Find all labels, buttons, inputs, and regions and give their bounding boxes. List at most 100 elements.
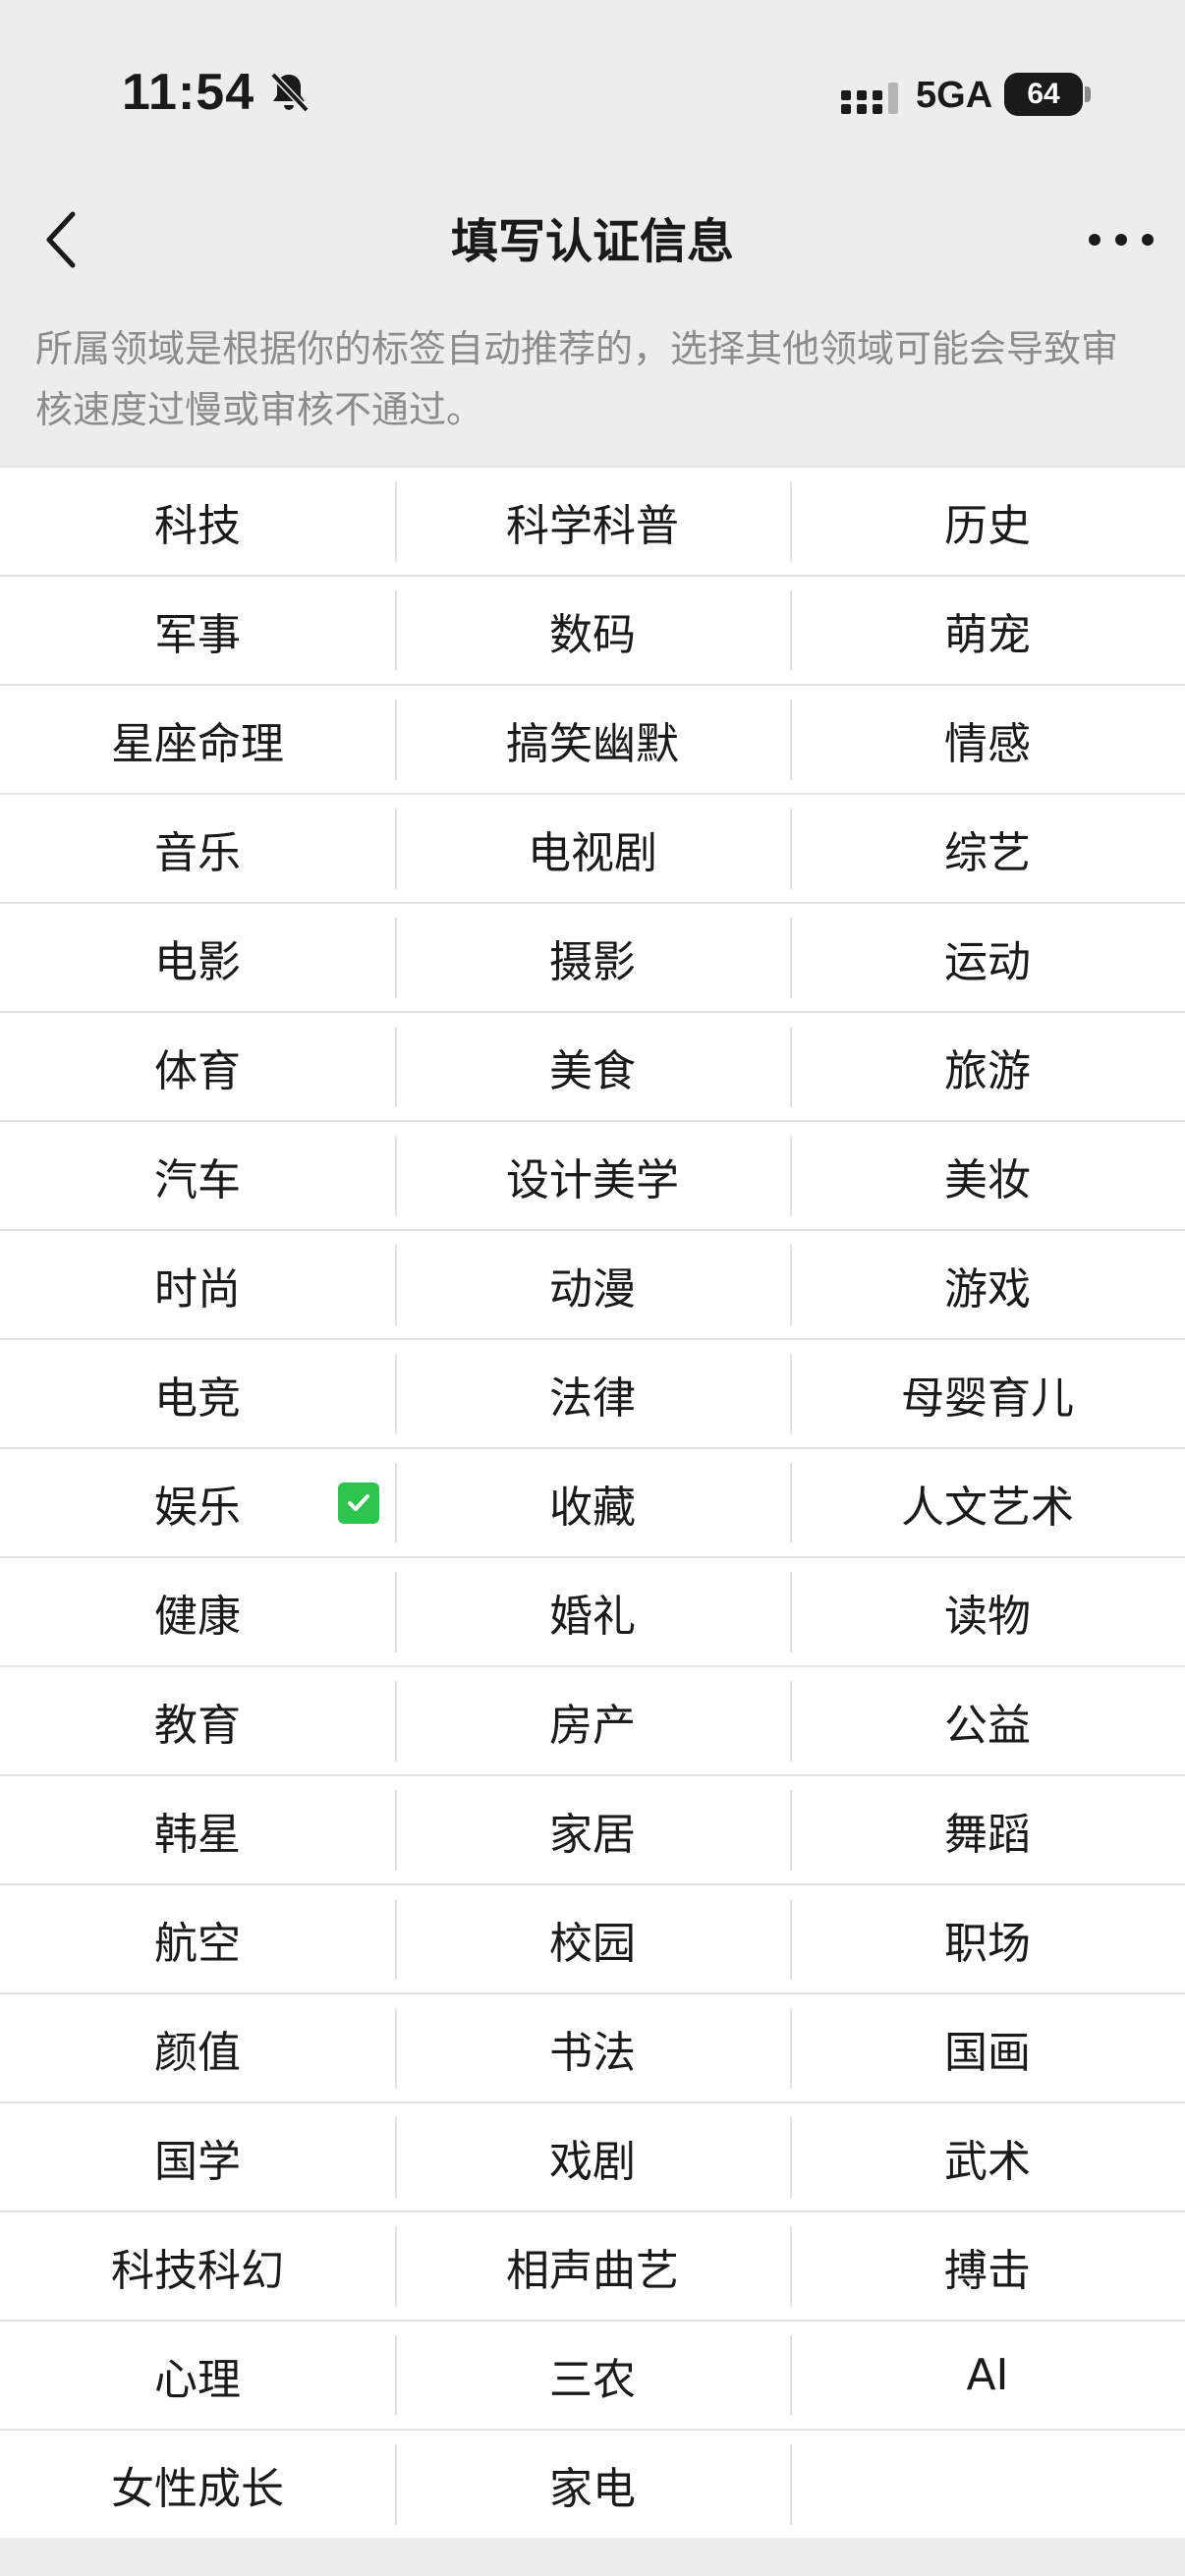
category-option[interactable]: 婚礼 (395, 1558, 790, 1665)
category-label: 书法 (549, 2027, 636, 2078)
category-option[interactable]: 动漫 (395, 1231, 790, 1338)
category-row: 科技 科学科普 历史 (0, 466, 1185, 575)
category-option[interactable]: 搞笑幽默 (395, 686, 790, 793)
category-option[interactable]: 韩星 (0, 1776, 395, 1883)
category-label: 历史 (944, 500, 1031, 551)
category-label: 电竞 (154, 1372, 241, 1424)
category-option[interactable]: 数码 (395, 577, 790, 684)
battery-icon: 64 (1004, 73, 1083, 116)
category-label: 运动 (944, 936, 1031, 987)
category-label: 科技 (154, 500, 241, 551)
navigation-bar: 填写认证信息 (0, 187, 1185, 297)
category-option[interactable]: 职场 (790, 1885, 1185, 1992)
category-label: 教育 (154, 1700, 241, 1751)
category-option[interactable]: 公益 (790, 1667, 1185, 1774)
category-option[interactable]: 历史 (790, 468, 1185, 575)
category-option[interactable]: 三农 (395, 2322, 790, 2429)
category-option[interactable]: 颜值 (0, 1994, 395, 2101)
category-label: 女性成长 (111, 2463, 284, 2514)
empty-cell (790, 2431, 1185, 2538)
category-option[interactable]: 搏击 (790, 2212, 1185, 2320)
category-option[interactable]: 书法 (395, 1994, 790, 2101)
category-option[interactable]: 时尚 (0, 1231, 395, 1338)
category-option[interactable]: 健康 (0, 1558, 395, 1665)
domain-notice: 所属领域是根据你的标签自动推荐的，选择其他领域可能会导致审核速度过慢或审核不通过… (0, 297, 1185, 466)
category-option[interactable]: 电竞 (0, 1340, 395, 1447)
category-option[interactable]: 科技科幻 (0, 2212, 395, 2320)
category-option[interactable]: 萌宠 (790, 577, 1185, 684)
category-option[interactable]: AI (790, 2322, 1185, 2429)
bell-muted-icon (265, 69, 312, 116)
category-label: 设计美学 (506, 1154, 679, 1205)
category-label: 戏剧 (549, 2136, 636, 2187)
category-label: 法律 (549, 1372, 636, 1424)
category-label: 相声曲艺 (506, 2245, 679, 2296)
category-option[interactable]: 国画 (790, 1994, 1185, 2101)
category-option[interactable]: 摄影 (395, 904, 790, 1011)
category-option[interactable]: 音乐 (0, 795, 395, 902)
category-label: 军事 (154, 609, 241, 660)
category-option[interactable]: 武术 (790, 2103, 1185, 2211)
category-label: 娱乐 (154, 1482, 241, 1533)
category-option[interactable]: 科技 (0, 468, 395, 575)
category-label: 电影 (154, 936, 241, 987)
category-row: 娱乐 收藏 人文艺术 (0, 1447, 1185, 1556)
category-option[interactable]: 心理 (0, 2322, 395, 2429)
category-option[interactable]: 女性成长 (0, 2431, 395, 2538)
category-option[interactable]: 旅游 (790, 1013, 1185, 1120)
category-option[interactable]: 情感 (790, 686, 1185, 793)
category-option[interactable]: 母婴育儿 (790, 1340, 1185, 1447)
category-option[interactable]: 校园 (395, 1885, 790, 1992)
category-label: 音乐 (154, 827, 241, 878)
category-option-selected[interactable]: 娱乐 (0, 1449, 395, 1556)
category-option[interactable]: 家电 (395, 2431, 790, 2538)
category-option[interactable]: 相声曲艺 (395, 2212, 790, 2320)
category-option[interactable]: 法律 (395, 1340, 790, 1447)
back-button[interactable] (22, 202, 100, 281)
category-row: 时尚 动漫 游戏 (0, 1229, 1185, 1338)
category-label: 读物 (944, 1591, 1031, 1642)
category-option[interactable]: 家居 (395, 1776, 790, 1883)
chevron-left-icon (41, 210, 81, 273)
category-option[interactable]: 电视剧 (395, 795, 790, 902)
category-option[interactable]: 游戏 (790, 1231, 1185, 1338)
category-label: 三农 (549, 2354, 636, 2405)
category-option[interactable]: 教育 (0, 1667, 395, 1774)
category-option[interactable]: 体育 (0, 1013, 395, 1120)
category-option[interactable]: 戏剧 (395, 2103, 790, 2211)
category-label: 汽车 (154, 1154, 241, 1205)
category-option[interactable]: 汽车 (0, 1122, 395, 1229)
category-row: 航空 校园 职场 (0, 1883, 1185, 1992)
category-option[interactable]: 运动 (790, 904, 1185, 1011)
category-label: 家电 (549, 2463, 636, 2514)
category-option[interactable]: 人文艺术 (790, 1449, 1185, 1556)
category-option[interactable]: 美妆 (790, 1122, 1185, 1229)
category-option[interactable]: 房产 (395, 1667, 790, 1774)
category-label: 时尚 (154, 1263, 241, 1315)
category-option[interactable]: 美食 (395, 1013, 790, 1120)
checkbox-checked-icon (338, 1483, 379, 1524)
category-option[interactable]: 科学科普 (395, 468, 790, 575)
category-label: 情感 (944, 718, 1031, 769)
category-label: 萌宠 (944, 609, 1031, 660)
category-option[interactable]: 设计美学 (395, 1122, 790, 1229)
category-option[interactable]: 电影 (0, 904, 395, 1011)
status-time: 11:54 (122, 64, 255, 121)
category-row: 国学 戏剧 武术 (0, 2101, 1185, 2211)
category-option[interactable]: 综艺 (790, 795, 1185, 902)
category-option[interactable]: 收藏 (395, 1449, 790, 1556)
more-button[interactable] (1077, 202, 1165, 281)
category-label: 收藏 (549, 1482, 636, 1533)
category-row: 汽车 设计美学 美妆 (0, 1120, 1185, 1229)
category-label: 游戏 (944, 1263, 1031, 1315)
category-label: 航空 (154, 1918, 241, 1969)
category-option[interactable]: 国学 (0, 2103, 395, 2211)
category-option[interactable]: 读物 (790, 1558, 1185, 1665)
category-option[interactable]: 舞蹈 (790, 1776, 1185, 1883)
status-bar: 11:54 5GA 64 (0, 0, 1185, 187)
category-option[interactable]: 星座命理 (0, 686, 395, 793)
category-option[interactable]: 军事 (0, 577, 395, 684)
category-label: 星座命理 (111, 718, 284, 769)
category-label: 人文艺术 (901, 1482, 1074, 1533)
category-option[interactable]: 航空 (0, 1885, 395, 1992)
